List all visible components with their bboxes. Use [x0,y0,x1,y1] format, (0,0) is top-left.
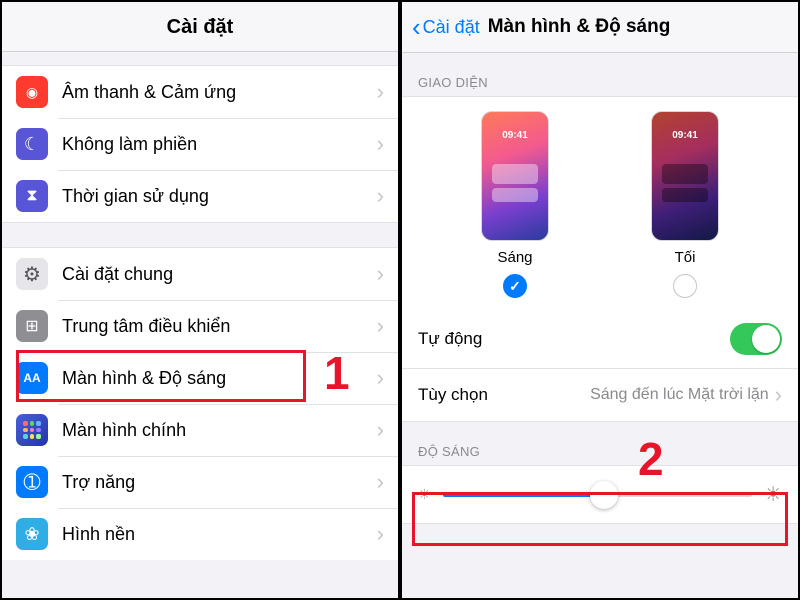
chevron-right-icon: › [377,313,384,339]
hourglass-icon [16,180,48,212]
chevron-right-icon: › [377,183,384,209]
settings-group-1: Âm thanh & Cảm ứng › Không làm phiền › T… [2,66,398,222]
preview-time: 09:41 [482,130,548,141]
chevron-right-icon: › [377,131,384,157]
preview-widget [492,164,538,184]
settings-title: Cài đặt [2,2,398,52]
chevron-right-icon: › [377,79,384,105]
home-screen-icon [16,414,48,446]
row-general[interactable]: Cài đặt chung › [2,248,398,300]
row-dnd[interactable]: Không làm phiền › [2,118,398,170]
theme-dark[interactable]: 09:41 Tối [651,111,719,298]
slider-thumb[interactable] [590,481,618,509]
back-label: Cài đặt [423,17,480,38]
row-control-center[interactable]: Trung tâm điều khiển › [2,300,398,352]
group-separator [2,222,398,248]
theme-light[interactable]: 09:41 Sáng [481,111,549,298]
row-label: Trợ năng [62,472,377,493]
row-home-screen[interactable]: Màn hình chính › [2,404,398,456]
row-automatic[interactable]: Tự động [402,310,798,369]
row-label: Thời gian sử dụng [62,186,377,207]
wallpaper-icon [16,518,48,550]
display-brightness-panel: ‹ Cài đặt Màn hình & Độ sáng GIAO DIỆN 0… [400,0,800,600]
row-sounds[interactable]: Âm thanh & Cảm ứng › [2,66,398,118]
automatic-toggle[interactable] [730,323,782,355]
gear-icon [16,258,48,290]
row-wallpaper[interactable]: Hình nền › [2,508,398,560]
settings-group-2: Cài đặt chung › Trung tâm điều khiển › M… [2,248,398,560]
appearance-block: 09:41 Sáng 09:41 Tối [402,96,798,311]
row-label: Trung tâm điều khiển [62,316,377,337]
chevron-right-icon: › [377,417,384,443]
theme-light-label: Sáng [497,249,532,266]
moon-icon [16,128,48,160]
chevron-right-icon: › [377,261,384,287]
speaker-icon [16,76,48,108]
callout-number-1: 1 [324,346,350,400]
back-button[interactable]: ‹ Cài đặt [412,14,480,40]
chevron-right-icon: › [377,469,384,495]
chevron-right-icon: › [775,382,782,408]
preview-widget [662,188,708,202]
light-preview: 09:41 [481,111,549,241]
accessibility-icon [16,466,48,498]
detail-title: Màn hình & Độ sáng [488,16,788,38]
theme-dark-radio[interactable] [673,274,697,298]
settings-list-panel: Cài đặt Âm thanh & Cảm ứng › Không làm p… [0,0,400,600]
callout-number-2: 2 [638,432,664,486]
theme-dark-label: Tối [675,249,696,266]
display-icon [16,362,48,394]
detail-header: ‹ Cài đặt Màn hình & Độ sáng [402,2,798,53]
sun-large-icon: ☀︎ [764,482,782,507]
row-options[interactable]: Tùy chọn Sáng đến lúc Mặt trời lặn › [402,369,798,422]
row-label: Âm thanh & Cảm ứng [62,82,377,103]
control-center-icon [16,310,48,342]
dark-preview: 09:41 [651,111,719,241]
preview-widget [492,188,538,202]
automatic-label: Tự động [418,329,482,349]
slider-fill [443,493,604,497]
brightness-section-header: ĐỘ SÁNG [402,422,798,465]
chevron-right-icon: › [377,365,384,391]
theme-light-radio[interactable] [503,274,527,298]
options-label: Tùy chọn [418,385,488,405]
sun-small-icon: ☀︎ [418,486,431,503]
appearance-section-header: GIAO DIỆN [402,53,798,96]
chevron-right-icon: › [377,521,384,547]
row-screentime[interactable]: Thời gian sử dụng › [2,170,398,222]
options-value: Sáng đến lúc Mặt trời lặn [488,386,775,404]
row-label: Không làm phiền [62,134,377,155]
chevron-left-icon: ‹ [412,14,421,40]
brightness-row: ☀︎ ☀︎ [402,465,798,524]
preview-widget [662,164,708,184]
brightness-slider[interactable] [443,493,753,497]
row-label: Màn hình chính [62,420,377,441]
group-separator [2,52,398,66]
preview-time: 09:41 [652,130,718,141]
row-accessibility[interactable]: Trợ năng › [2,456,398,508]
row-label: Hình nền [62,524,377,545]
row-label: Cài đặt chung [62,264,377,285]
